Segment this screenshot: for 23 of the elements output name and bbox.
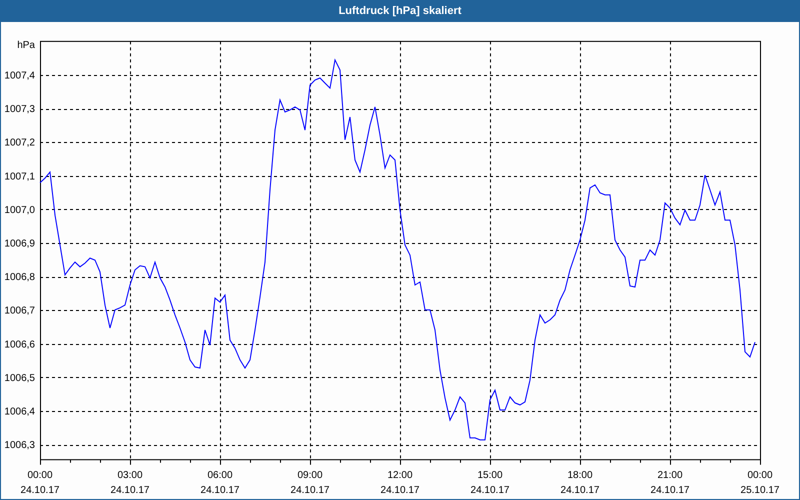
axis-label: 18:00 24.10.17 bbox=[560, 470, 600, 496]
axis-label: 00:00 24.10.17 bbox=[20, 470, 60, 496]
axis-label: 09:00 24.10.17 bbox=[290, 470, 330, 496]
window-title: Luftdruck [hPa] skaliert bbox=[338, 4, 462, 19]
axis-label: 1007,0 bbox=[4, 204, 35, 216]
axis-label: 00:00 25.10.17 bbox=[740, 470, 780, 496]
axis-label: 1006,7 bbox=[4, 306, 35, 317]
axis-label: 1006,4 bbox=[4, 406, 35, 418]
axis-label: 12:00 24.10.17 bbox=[380, 470, 420, 496]
axis-label: 1006,8 bbox=[4, 272, 35, 284]
axis-label: 15:00 24.10.17 bbox=[470, 470, 510, 496]
axis-label: 1007,3 bbox=[4, 104, 35, 116]
axis-label: 03:00 24.10.17 bbox=[110, 470, 150, 496]
axis-label: 1007,2 bbox=[4, 138, 35, 149]
axis-label: 1006,6 bbox=[4, 339, 35, 350]
axis-label: 1007,1 bbox=[4, 171, 35, 182]
axis-label: 1006,9 bbox=[4, 238, 35, 250]
axis-title: hPa bbox=[17, 40, 35, 51]
axis-label: 06:00 24.10.17 bbox=[200, 470, 240, 496]
axis-label: 21:00 24.10.17 bbox=[650, 470, 690, 496]
axis-label: 1006,5 bbox=[4, 372, 35, 384]
axis-label: 1006,3 bbox=[4, 440, 35, 452]
axis-label: 1007,4 bbox=[4, 70, 35, 82]
